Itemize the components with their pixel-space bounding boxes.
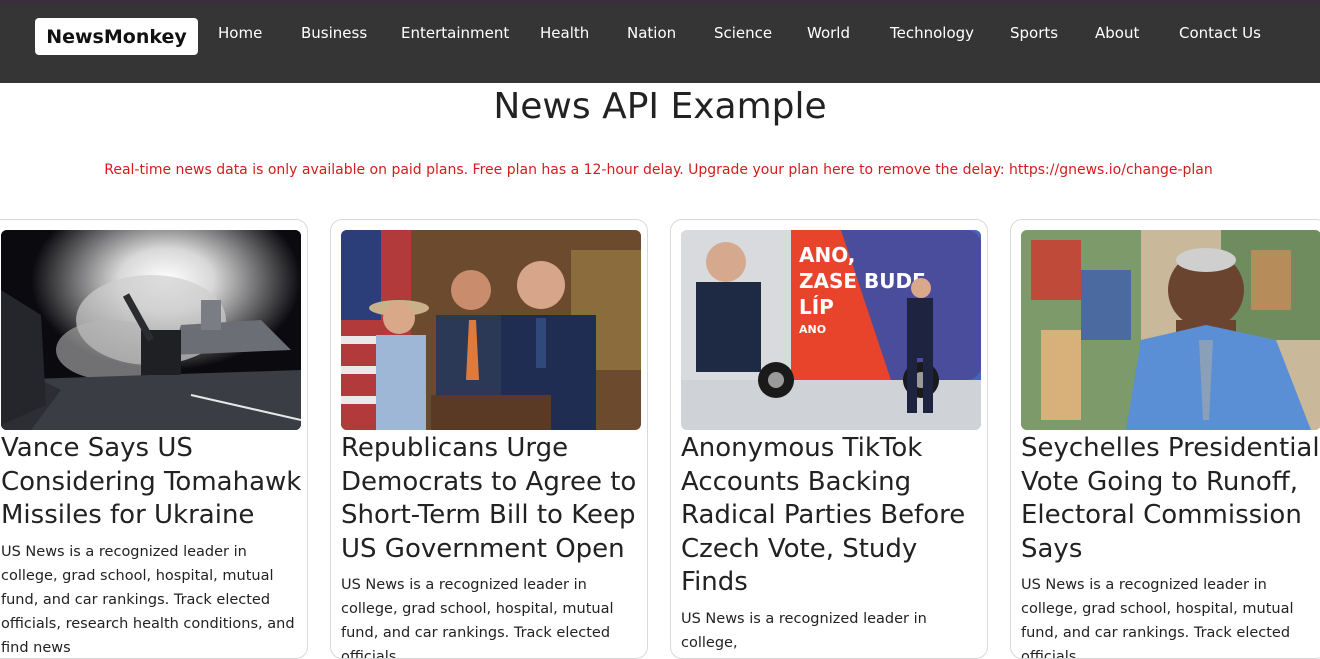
news-card: ANO, ZASE BUDE LÍP ANO Anonymous TikTok … bbox=[670, 219, 988, 659]
news-image-campaign-bus[interactable]: ANO, ZASE BUDE LÍP ANO bbox=[681, 230, 981, 430]
nav-link-sports[interactable]: Sports bbox=[1010, 24, 1058, 42]
news-card: Republicans Urge Democrats to Agree to S… bbox=[330, 219, 648, 659]
nav-link-business[interactable]: Business bbox=[301, 24, 367, 42]
bus-slogan-line2: ZASE BUDE bbox=[799, 269, 926, 293]
page-title: News API Example bbox=[493, 86, 827, 127]
news-card-description: US News is a recognized leader in colleg… bbox=[681, 611, 927, 651]
nav-link-science[interactable]: Science bbox=[714, 24, 772, 42]
news-card-description: US News is a recognized leader in colleg… bbox=[1, 544, 295, 656]
news-card-title[interactable]: Seychelles Presidential Vote Going to Ru… bbox=[1021, 432, 1320, 566]
nav-link-contact-us[interactable]: Contact Us bbox=[1179, 24, 1261, 42]
navbar: NewsMonkey Home Business Entertainment H… bbox=[0, 6, 1320, 83]
nav-link-nation[interactable]: Nation bbox=[627, 24, 676, 42]
nav-link-entertainment[interactable]: Entertainment bbox=[401, 24, 509, 42]
bus-party-logo: ANO bbox=[799, 323, 826, 336]
bus-slogan-line3: LÍP bbox=[799, 295, 834, 319]
plan-notice: Real-time news data is only available on… bbox=[104, 162, 1213, 178]
nav-link-health[interactable]: Health bbox=[540, 24, 589, 42]
brand-logo-button[interactable]: NewsMonkey bbox=[35, 18, 198, 55]
nav-link-about[interactable]: About bbox=[1095, 24, 1139, 42]
news-card-title[interactable]: Vance Says US Considering Tomahawk Missi… bbox=[1, 432, 306, 533]
nav-link-home[interactable]: Home bbox=[218, 24, 262, 42]
bus-slogan-line1: ANO, bbox=[799, 243, 855, 267]
news-image-press-conference[interactable] bbox=[341, 230, 641, 430]
nav-link-technology[interactable]: Technology bbox=[890, 24, 974, 42]
news-image-portrait-with-mural[interactable] bbox=[1021, 230, 1320, 430]
news-card: Seychelles Presidential Vote Going to Ru… bbox=[1010, 219, 1320, 659]
news-card-title[interactable]: Anonymous TikTok Accounts Backing Radica… bbox=[681, 432, 986, 600]
news-image-warship-missile-launch[interactable] bbox=[1, 230, 301, 430]
news-card-title[interactable]: Republicans Urge Democrats to Agree to S… bbox=[341, 432, 646, 566]
news-card-description: US News is a recognized leader in colleg… bbox=[1021, 577, 1294, 659]
nav-link-world[interactable]: World bbox=[807, 24, 850, 42]
news-card: Vance Says US Considering Tomahawk Missi… bbox=[0, 219, 308, 659]
news-card-description: US News is a recognized leader in colleg… bbox=[341, 577, 614, 659]
